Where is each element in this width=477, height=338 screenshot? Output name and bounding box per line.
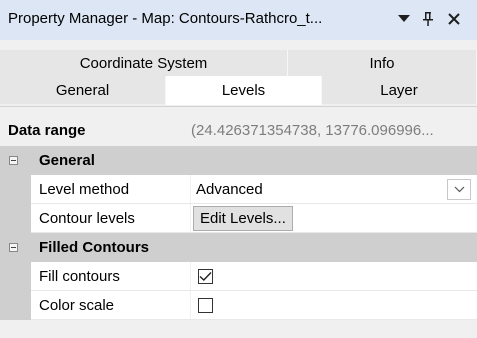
- level-method-label: Level method: [39, 181, 130, 198]
- level-method-select[interactable]: Advanced: [196, 175, 263, 204]
- category-label: General: [39, 152, 95, 169]
- tab-layer[interactable]: Layer: [322, 77, 477, 104]
- property-manager-panel: Property Manager - Map: Contours-Rathcro…: [0, 0, 477, 338]
- fill-contours-row: Fill contours: [0, 262, 477, 291]
- contour-levels-label: Contour levels: [39, 210, 135, 227]
- tab-divider: [0, 106, 477, 107]
- tab-info[interactable]: Info: [288, 50, 477, 77]
- color-scale-row: Color scale: [0, 291, 477, 320]
- data-range-label: Data range: [8, 122, 86, 139]
- row-indent: [0, 291, 31, 320]
- tab-row-1: Coordinate System Info: [0, 50, 477, 78]
- category-label: Filled Contours: [39, 239, 149, 256]
- tab-label: General: [55, 82, 110, 99]
- chevron-down-icon[interactable]: [394, 8, 414, 30]
- row-indent: [0, 204, 31, 233]
- collapse-icon[interactable]: [9, 156, 18, 165]
- window-title: Property Manager - Map: Contours-Rathcro…: [8, 10, 323, 27]
- tab-label: Info: [369, 55, 395, 72]
- contour-levels-row: Contour levels Edit Levels...: [0, 204, 477, 233]
- value-cell: [191, 291, 477, 319]
- color-scale-label: Color scale: [39, 297, 115, 314]
- data-range-value: (24.426371354738, 13776.096996...: [191, 122, 434, 139]
- pin-icon[interactable]: [418, 8, 438, 30]
- tab-levels[interactable]: Levels: [166, 76, 322, 105]
- category-filled-contours[interactable]: Filled Contours: [0, 233, 477, 262]
- fill-contours-checkbox[interactable]: [198, 269, 213, 284]
- level-method-row[interactable]: Level method Advanced: [0, 175, 477, 204]
- row-indent: [0, 262, 31, 291]
- value-cell: [191, 262, 477, 290]
- tab-label: Levels: [221, 82, 266, 99]
- tab-coordinate-system[interactable]: Coordinate System: [0, 50, 288, 77]
- data-range-row: Data range (24.426371354738, 13776.09699…: [0, 116, 477, 145]
- tab-label: Layer: [380, 82, 418, 99]
- tab-general[interactable]: General: [0, 77, 166, 104]
- color-scale-checkbox[interactable]: [198, 298, 213, 313]
- collapse-icon[interactable]: [9, 243, 18, 252]
- tab-label: Coordinate System: [79, 55, 208, 72]
- row-indent: [0, 175, 31, 204]
- fill-contours-label: Fill contours: [39, 268, 120, 285]
- close-icon[interactable]: [444, 8, 464, 30]
- tab-row-2: General Levels Layer: [0, 76, 477, 105]
- row-divider: [31, 319, 477, 320]
- category-general[interactable]: General: [0, 146, 477, 175]
- edit-levels-button[interactable]: Edit Levels...: [193, 206, 293, 231]
- title-bar: Property Manager - Map: Contours-Rathcro…: [0, 0, 477, 40]
- chevron-down-icon[interactable]: [447, 179, 471, 200]
